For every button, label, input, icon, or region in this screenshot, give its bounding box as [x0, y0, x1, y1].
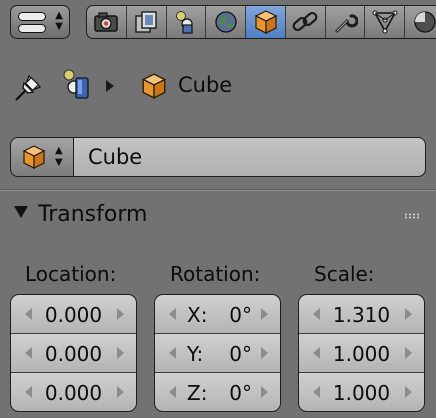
- tab-scene[interactable]: [167, 6, 207, 38]
- increment-arrow-icon[interactable]: [117, 347, 124, 359]
- updown-arrows-icon: ▲ ▼: [55, 10, 63, 32]
- scale-label: Scale:: [314, 262, 375, 286]
- render-icon: [94, 12, 119, 32]
- rotation-x-field[interactable]: X: 0°: [155, 295, 280, 334]
- breadcrumb-arrow-icon: [106, 80, 114, 92]
- tab-modifiers[interactable]: [326, 6, 366, 38]
- object-cube-icon: [141, 73, 167, 99]
- pin-icon[interactable]: [12, 70, 46, 104]
- divider-highlight: [0, 190, 436, 191]
- properties-context-tabs: [86, 5, 436, 39]
- tab-material[interactable]: [405, 6, 436, 38]
- tab-render[interactable]: [87, 6, 127, 38]
- updown-arrows-icon: ▲ ▼: [55, 145, 63, 168]
- increment-arrow-icon[interactable]: [405, 347, 412, 359]
- location-z-field[interactable]: 0.000: [11, 373, 136, 411]
- render-layers-icon: [135, 11, 157, 33]
- world-icon: [215, 11, 237, 33]
- object-cube-icon: [254, 10, 277, 34]
- rotation-fields: X: 0° Y: 0° Z: 0°: [154, 294, 281, 412]
- location-x-field[interactable]: 0.000: [11, 295, 136, 334]
- decrement-arrow-icon[interactable]: [169, 386, 176, 398]
- increment-arrow-icon[interactable]: [117, 386, 124, 398]
- drag-grip-icon[interactable]: [404, 213, 420, 219]
- scale-x-field[interactable]: 1.310: [299, 295, 424, 334]
- tab-data[interactable]: [365, 6, 406, 38]
- increment-arrow-icon[interactable]: [261, 308, 268, 320]
- increment-arrow-icon[interactable]: [117, 308, 124, 320]
- panel-title: Transform: [38, 202, 148, 227]
- scale-y-field[interactable]: 1.000: [299, 334, 424, 373]
- object-browse-button[interactable]: ▲ ▼: [10, 137, 74, 177]
- tab-constraints[interactable]: [286, 6, 326, 38]
- location-label: Location:: [25, 262, 117, 286]
- scene-icon: [175, 11, 193, 34]
- tab-object[interactable]: [246, 6, 286, 38]
- increment-arrow-icon[interactable]: [261, 347, 268, 359]
- tab-render-layers[interactable]: [127, 6, 167, 38]
- scale-fields: 1.310 1.000 1.000: [298, 294, 425, 412]
- material-icon: [413, 11, 436, 33]
- scene-icon: [63, 69, 89, 99]
- panel-layout-icon-lower: [18, 24, 46, 33]
- constraints-icon: [292, 11, 318, 32]
- wrench-icon: [335, 14, 359, 33]
- object-name-field[interactable]: Cube: [73, 137, 426, 177]
- collapse-triangle-icon[interactable]: [14, 206, 28, 218]
- scale-z-field[interactable]: 1.000: [299, 373, 424, 411]
- editor-type-button[interactable]: ▲ ▼: [10, 5, 70, 39]
- increment-arrow-icon[interactable]: [405, 386, 412, 398]
- increment-arrow-icon[interactable]: [405, 308, 412, 320]
- context-object-name: Cube: [178, 73, 233, 97]
- mesh-data-icon: [372, 10, 398, 34]
- location-fields: 0.000 0.000 0.000: [10, 294, 137, 412]
- rotation-label: Rotation:: [170, 262, 261, 286]
- panel-layout-icon: [18, 12, 46, 21]
- location-y-field[interactable]: 0.000: [11, 334, 136, 373]
- increment-arrow-icon[interactable]: [261, 386, 268, 398]
- rotation-z-field[interactable]: Z: 0°: [155, 373, 280, 411]
- decrement-arrow-icon[interactable]: [169, 347, 176, 359]
- rotation-y-field[interactable]: Y: 0°: [155, 334, 280, 373]
- decrement-arrow-icon[interactable]: [169, 308, 176, 320]
- tab-world[interactable]: [206, 6, 247, 38]
- object-cube-icon: [22, 145, 46, 169]
